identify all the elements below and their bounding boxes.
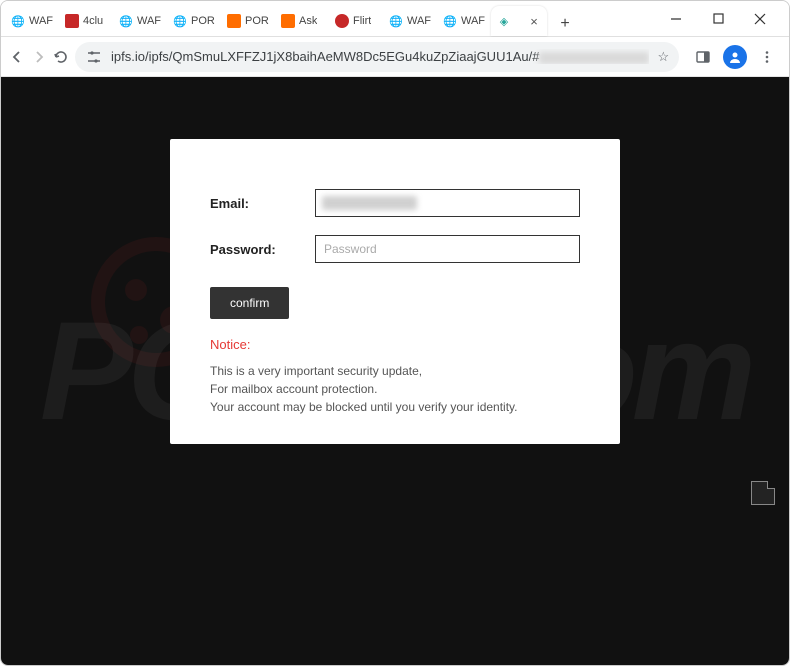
tab[interactable]: POR [221,6,275,36]
tab[interactable]: 🌐 POR [167,6,221,36]
tab-label: WAF [461,15,485,27]
tab[interactable]: 🌐 WAF [5,6,59,36]
favicon-icon [335,14,349,28]
address-bar[interactable]: ipfs.io/ipfs/QmSmuLXFFZJ1jX8baihAeMW8Dc5… [75,42,679,72]
tab-label: POR [245,15,269,27]
cube-icon: ◈ [497,14,511,28]
side-panel-icon[interactable] [689,43,717,71]
page-content: PCrisk.com Email: Password: confirm Noti… [1,77,789,665]
tab[interactable]: Ask [275,6,329,36]
password-field[interactable] [315,235,580,263]
notice-line: For mailbox account protection. [210,380,580,398]
window-controls [647,4,789,34]
favicon-icon [65,14,79,28]
close-button[interactable] [745,4,775,34]
globe-icon: 🌐 [389,14,403,28]
confirm-button[interactable]: confirm [210,287,289,319]
tab-label: WAF [407,15,431,27]
globe-icon: 🌐 [173,14,187,28]
close-icon[interactable]: × [527,14,541,28]
tab-label: POR [191,15,215,27]
tab-label: WAF [137,15,161,27]
tab[interactable]: 🌐 WAF [113,6,167,36]
tab[interactable]: 🌐 WAF [437,6,491,36]
browser-window: 🌐 WAF 4clu 🌐 WAF 🌐 POR POR Ask Flirt 🌐 WAF 🌐… [0,0,790,666]
globe-icon: 🌐 [119,14,133,28]
profile-button[interactable] [721,43,749,71]
forward-button[interactable] [31,43,47,71]
notice-line: This is a very important security update… [210,362,580,380]
login-card: Email: Password: confirm Notice: This is… [170,139,620,444]
save-floppy-icon [751,481,775,505]
notice-line: Your account may be blocked until you ve… [210,398,580,416]
tab-label: 4clu [83,15,103,27]
site-settings-icon[interactable] [85,48,103,66]
email-field[interactable] [315,189,580,217]
url-redacted [539,52,649,64]
tab[interactable]: Flirt [329,6,383,36]
tab[interactable]: 🌐 WAF [383,6,437,36]
password-row: Password: [210,235,580,263]
url-value: ipfs.io/ipfs/QmSmuLXFFZJ1jX8baihAeMW8Dc5… [111,49,539,64]
tab-label: WAF [29,15,53,27]
tab-label: Flirt [353,15,371,27]
maximize-button[interactable] [703,4,733,34]
reload-button[interactable] [53,43,69,71]
tab-active[interactable]: ◈ × [491,6,547,36]
globe-icon: 🌐 [443,14,457,28]
new-tab-button[interactable]: + [553,12,577,36]
bookmark-icon[interactable]: ☆ [657,49,669,65]
globe-icon: 🌐 [11,14,25,28]
toolbar: ipfs.io/ipfs/QmSmuLXFFZJ1jX8baihAeMW8Dc5… [1,37,789,77]
back-button[interactable] [9,43,25,71]
url-text: ipfs.io/ipfs/QmSmuLXFFZJ1jX8baihAeMW8Dc5… [111,49,649,64]
tab-label: Ask [299,15,317,27]
tab-strip: 🌐 WAF 4clu 🌐 WAF 🌐 POR POR Ask Flirt 🌐 WAF 🌐… [1,1,647,36]
email-row: Email: [210,189,580,217]
email-label: Email: [210,196,315,211]
password-label: Password: [210,242,315,257]
notice-text: This is a very important security update… [210,362,580,416]
titlebar: 🌐 WAF 4clu 🌐 WAF 🌐 POR POR Ask Flirt 🌐 WAF 🌐… [1,1,789,37]
favicon-icon [281,14,295,28]
menu-button[interactable] [753,43,781,71]
notice-heading: Notice: [210,337,580,352]
toolbar-right [685,43,781,71]
favicon-icon [227,14,241,28]
tab[interactable]: 4clu [59,6,113,36]
minimize-button[interactable] [661,4,691,34]
